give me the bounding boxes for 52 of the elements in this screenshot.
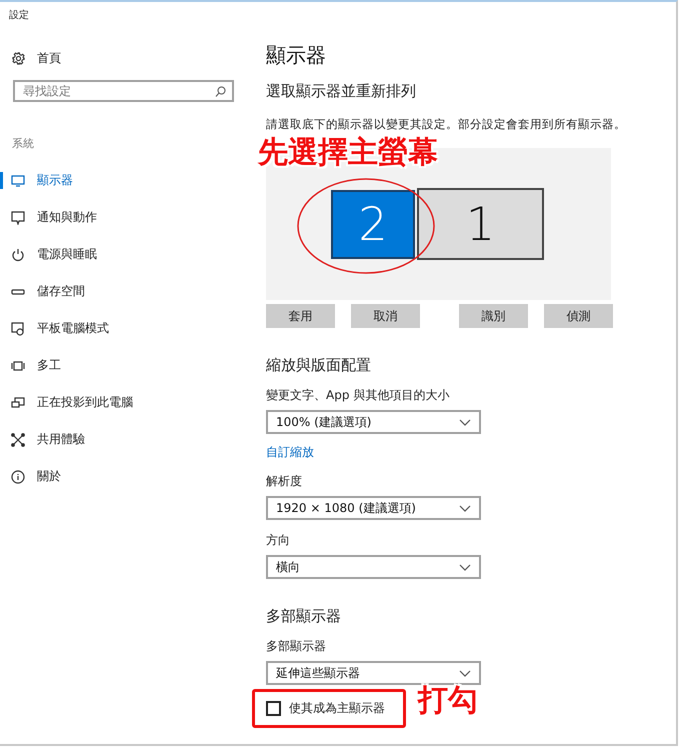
custom-scaling-link[interactable]: 自訂縮放 bbox=[266, 444, 314, 461]
field-label: 解析度 bbox=[266, 473, 303, 490]
sidebar-item[interactable]: 平板電腦模式 bbox=[0, 310, 250, 347]
dropdown[interactable]: 1920 × 1080 (建議選項) bbox=[266, 496, 481, 520]
field-label: 方向 bbox=[266, 532, 291, 549]
home-link[interactable]: 首頁 bbox=[0, 26, 250, 68]
dropdown[interactable]: 延伸這些顯示器 bbox=[266, 661, 481, 685]
annotation-text: 先選擇主螢幕 bbox=[258, 134, 438, 172]
dropdown[interactable]: 100% (建議選項) bbox=[266, 410, 481, 434]
section-label: 系統 bbox=[12, 136, 35, 152]
field-label: 變更文字、App 與其他項目的大小 bbox=[266, 387, 450, 404]
sidebar-item[interactable]: 顯示器 bbox=[0, 162, 250, 199]
settings-icon bbox=[12, 52, 25, 64]
section-heading: 縮放與版面配置 bbox=[266, 356, 372, 375]
checkbox-label[interactable]: 使其成為主顯示器 bbox=[289, 700, 385, 717]
sidebar-item[interactable]: 通知與動作 bbox=[0, 199, 250, 236]
projector-icon bbox=[11, 396, 25, 410]
chevron-down-icon bbox=[459, 504, 471, 512]
chevron-down-icon bbox=[459, 418, 471, 426]
section-heading: 選取顯示器並重新排列 bbox=[266, 82, 417, 101]
tablet-icon bbox=[11, 322, 25, 336]
action-button[interactable]: 套用 bbox=[266, 304, 335, 328]
checkbox[interactable] bbox=[266, 701, 281, 716]
multitask-icon bbox=[11, 358, 25, 372]
sidebar-item[interactable]: 正在投影到此電腦 bbox=[0, 384, 250, 421]
dropdown[interactable]: 橫向 bbox=[266, 555, 481, 579]
description-text: 請選取底下的顯示器以變更其設定。部分設定會套用到所有顯示器。 bbox=[266, 117, 627, 132]
sidebar-item[interactable]: 多工 bbox=[0, 347, 250, 384]
monitor-icon bbox=[11, 174, 25, 188]
selection-bar bbox=[0, 172, 3, 189]
page-title: 顯示器 bbox=[266, 42, 327, 69]
chevron-down-icon bbox=[459, 564, 471, 570]
sidebar-item[interactable]: 共用體驗 bbox=[0, 421, 250, 458]
sidebar-item[interactable]: 電源與睡眠 bbox=[0, 236, 250, 273]
monitor-tile[interactable]: 1 bbox=[417, 188, 544, 260]
field-label: 多部顯示器 bbox=[266, 638, 327, 655]
search-icon bbox=[215, 86, 226, 97]
chevron-down-icon bbox=[459, 670, 471, 676]
search-field[interactable]: 尋找設定 bbox=[13, 80, 234, 102]
info-icon bbox=[11, 470, 25, 484]
action-button[interactable]: 偵測 bbox=[544, 304, 613, 328]
annotation-text: 打勾 bbox=[418, 682, 478, 720]
window-title: 設定 bbox=[8, 8, 30, 23]
monitor-tile[interactable]: 2 bbox=[331, 190, 415, 258]
power-icon bbox=[11, 248, 25, 262]
action-button[interactable]: 取消 bbox=[351, 304, 420, 328]
section-heading: 多部顯示器 bbox=[266, 607, 342, 626]
action-button[interactable]: 識別 bbox=[459, 304, 528, 328]
share-icon bbox=[11, 432, 25, 446]
speech-bubble-icon bbox=[11, 210, 25, 224]
sidebar-item[interactable]: 關於 bbox=[0, 458, 250, 495]
sidebar-item[interactable]: 儲存空間 bbox=[0, 273, 250, 310]
